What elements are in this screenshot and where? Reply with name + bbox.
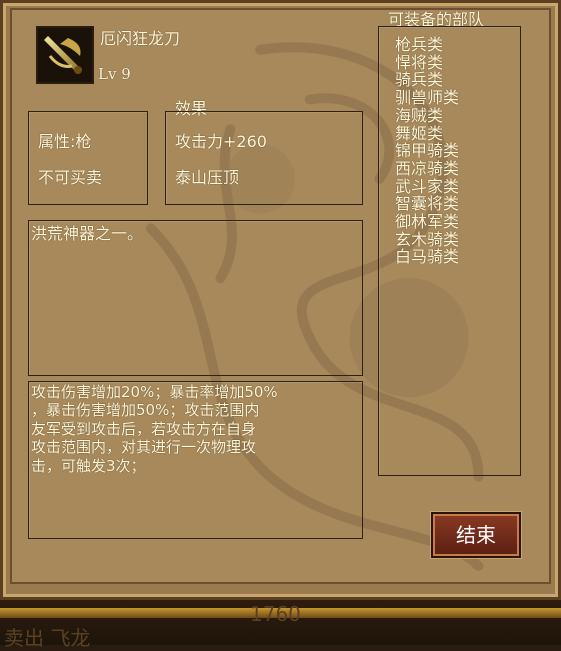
item-summary: 洪荒神器之一。 bbox=[31, 224, 144, 243]
equip-unit-item: 御林军类 bbox=[395, 212, 460, 232]
equip-unit-item: 锦甲骑类 bbox=[395, 141, 460, 161]
effect-box bbox=[165, 111, 363, 205]
description-line: ，暴击伤害增加50%；攻击范围内 bbox=[31, 401, 260, 420]
attribute-box bbox=[28, 111, 148, 205]
summary-box bbox=[28, 220, 363, 376]
description-line: 攻击范围内，对其进行一次物理攻 bbox=[31, 438, 257, 457]
end-button[interactable]: 结束 bbox=[431, 512, 521, 558]
item-icon-slot bbox=[36, 26, 94, 84]
item-name: 厄闪狂龙刀 bbox=[100, 29, 181, 48]
equip-unit-item: 智囊将类 bbox=[395, 194, 460, 214]
effect-attack: 攻击力+260 bbox=[175, 132, 267, 151]
item-detail-window: 厄闪狂龙刀 Lv 9 属性:枪 不可买卖 效果 攻击力+260 泰山压顶 洪荒神… bbox=[0, 0, 561, 600]
item-description: 攻击伤害增加20%；暴击率增加50% ，暴击伤害增加50%；攻击范围内 友军受到… bbox=[31, 383, 361, 475]
item-level: Lv 9 bbox=[98, 65, 131, 83]
equip-unit-item: 西凉骑类 bbox=[395, 158, 460, 178]
equip-unit-item: 舞姬类 bbox=[395, 123, 444, 143]
item-attribute: 属性:枪 bbox=[38, 132, 92, 151]
equip-unit-item: 悍将类 bbox=[395, 52, 444, 72]
equip-unit-list: 枪兵类 悍将类 骑兵类 驯兽师类 海贼类 舞姬类 锦甲骑类 西凉骑类 武斗家类 … bbox=[395, 36, 459, 266]
equip-unit-item: 玄木骑类 bbox=[395, 229, 460, 249]
equip-unit-item: 骑兵类 bbox=[395, 70, 444, 90]
equip-unit-item: 海贼类 bbox=[395, 105, 444, 125]
equip-unit-item: 枪兵类 bbox=[395, 35, 444, 54]
bottom-bar: 1760 卖出 飞龙 bbox=[0, 600, 561, 650]
description-line: 友军受到攻击后，若攻击方在自身 bbox=[31, 419, 257, 438]
sword-icon bbox=[38, 28, 92, 82]
equip-unit-item: 驯兽师类 bbox=[395, 88, 460, 108]
footer-ghost-number: 1760 bbox=[250, 602, 301, 626]
item-trade-status: 不可买卖 bbox=[38, 168, 103, 187]
effect-skill: 泰山压顶 bbox=[175, 168, 240, 187]
equip-unit-item: 武斗家类 bbox=[395, 176, 460, 196]
description-line: 击，可触发3次； bbox=[31, 456, 146, 475]
equip-unit-item: 白马骑类 bbox=[395, 247, 460, 267]
description-line: 攻击伤害增加20%；暴击率增加50% bbox=[31, 383, 278, 401]
footer-ghost-text: 卖出 飞龙 bbox=[4, 626, 91, 650]
